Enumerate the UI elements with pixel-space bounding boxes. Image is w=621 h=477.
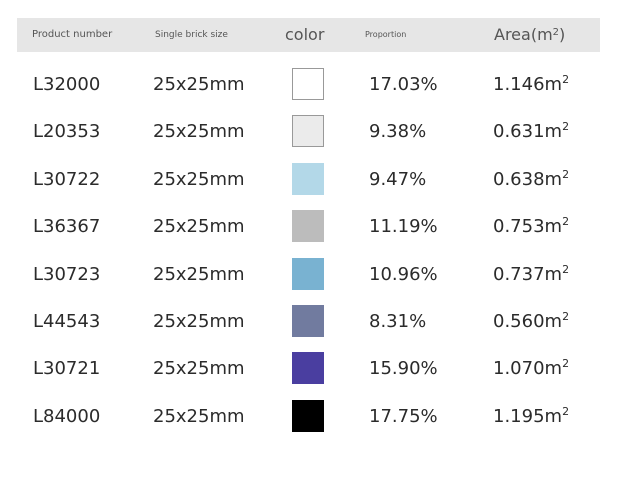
header-proportion: Proportion — [365, 30, 407, 39]
color-swatch — [292, 305, 324, 337]
product-number-cell: L30723 — [33, 263, 101, 285]
header-area-label: Area(m — [494, 25, 553, 44]
area-cell: 0.638m2 — [493, 163, 569, 197]
area-cell: 0.737m2 — [493, 258, 569, 292]
area-value: 0.753m — [493, 216, 563, 238]
header-area: Area(m2) — [494, 18, 565, 52]
product-number-cell: L30721 — [33, 358, 101, 380]
header-product-number: Product number — [32, 29, 113, 40]
color-swatch — [292, 352, 324, 385]
table-row: L30721 25x25mm 15.90% 1.070m2 — [17, 352, 600, 386]
area-value: 0.560m — [493, 311, 563, 332]
proportion-cell: 9.38% — [369, 121, 427, 143]
color-swatch — [292, 257, 324, 290]
area-unit-superscript: 2 — [562, 357, 570, 371]
area-value: 0.737m — [493, 263, 563, 285]
color-swatch — [292, 399, 324, 432]
brick-size-cell: 25x25mm — [153, 311, 245, 332]
area-cell: 1.146m2 — [493, 68, 569, 102]
area-value: 1.195m — [493, 405, 563, 427]
color-swatch — [292, 68, 324, 100]
color-swatch — [292, 162, 324, 195]
area-unit-superscript: 2 — [562, 404, 570, 418]
brick-size-cell: 25x25mm — [153, 263, 245, 285]
proportion-cell: 8.31% — [369, 311, 427, 332]
area-unit-superscript: 2 — [562, 215, 570, 229]
area-value: 1.146m — [493, 74, 563, 95]
proportion-cell: 17.75% — [369, 405, 438, 427]
area-cell: 0.631m2 — [493, 115, 569, 149]
table-header: Product number Single brick size color P… — [17, 18, 600, 52]
product-number-cell: L44543 — [33, 311, 101, 332]
header-area-close: ) — [559, 25, 566, 44]
proportion-cell: 11.19% — [369, 216, 438, 238]
color-swatch — [292, 210, 324, 243]
area-cell: 1.070m2 — [493, 352, 569, 386]
header-single-brick-size: Single brick size — [155, 30, 228, 40]
area-value: 1.070m — [493, 358, 563, 380]
proportion-cell: 9.47% — [369, 168, 427, 190]
header-color: color — [285, 25, 325, 44]
brick-size-cell: 25x25mm — [153, 74, 245, 95]
product-number-cell: L30722 — [33, 168, 101, 190]
product-table: Product number Single brick size color P… — [17, 18, 600, 432]
table-row: L84000 25x25mm 17.75% 1.195m2 — [17, 399, 600, 434]
area-value: 0.631m — [493, 121, 563, 143]
proportion-cell: 17.03% — [369, 74, 438, 95]
table-row: L44543 25x25mm 8.31% 0.560m2 — [17, 305, 600, 339]
area-unit-superscript: 2 — [562, 167, 570, 181]
table-row: L32000 25x25mm 17.03% 1.146m2 — [17, 68, 600, 102]
product-number-cell: L20353 — [33, 121, 101, 143]
table-row: L30723 25x25mm 10.96% 0.737m2 — [17, 257, 600, 292]
area-value: 0.638m — [493, 168, 563, 190]
proportion-cell: 15.90% — [369, 358, 438, 380]
proportion-cell: 10.96% — [369, 263, 438, 285]
area-unit-superscript: 2 — [562, 120, 570, 134]
brick-size-cell: 25x25mm — [153, 216, 245, 238]
brick-size-cell: 25x25mm — [153, 405, 245, 427]
table-row: L20353 25x25mm 9.38% 0.631m2 — [17, 115, 600, 149]
product-number-cell: L32000 — [33, 74, 101, 95]
area-cell: 0.560m2 — [493, 305, 569, 339]
brick-size-cell: 25x25mm — [153, 358, 245, 380]
brick-size-cell: 25x25mm — [153, 168, 245, 190]
table-row: L36367 25x25mm 11.19% 0.753m2 — [17, 210, 600, 244]
area-unit-superscript: 2 — [562, 262, 570, 276]
area-unit-superscript: 2 — [562, 310, 570, 323]
brick-size-cell: 25x25mm — [153, 121, 245, 143]
area-unit-superscript: 2 — [562, 73, 570, 86]
area-cell: 1.195m2 — [493, 400, 569, 434]
color-swatch — [292, 115, 324, 148]
product-number-cell: L36367 — [33, 216, 101, 238]
product-number-cell: L84000 — [33, 405, 101, 427]
table-row: L30722 25x25mm 9.47% 0.638m2 — [17, 162, 600, 197]
area-cell: 0.753m2 — [493, 210, 569, 244]
